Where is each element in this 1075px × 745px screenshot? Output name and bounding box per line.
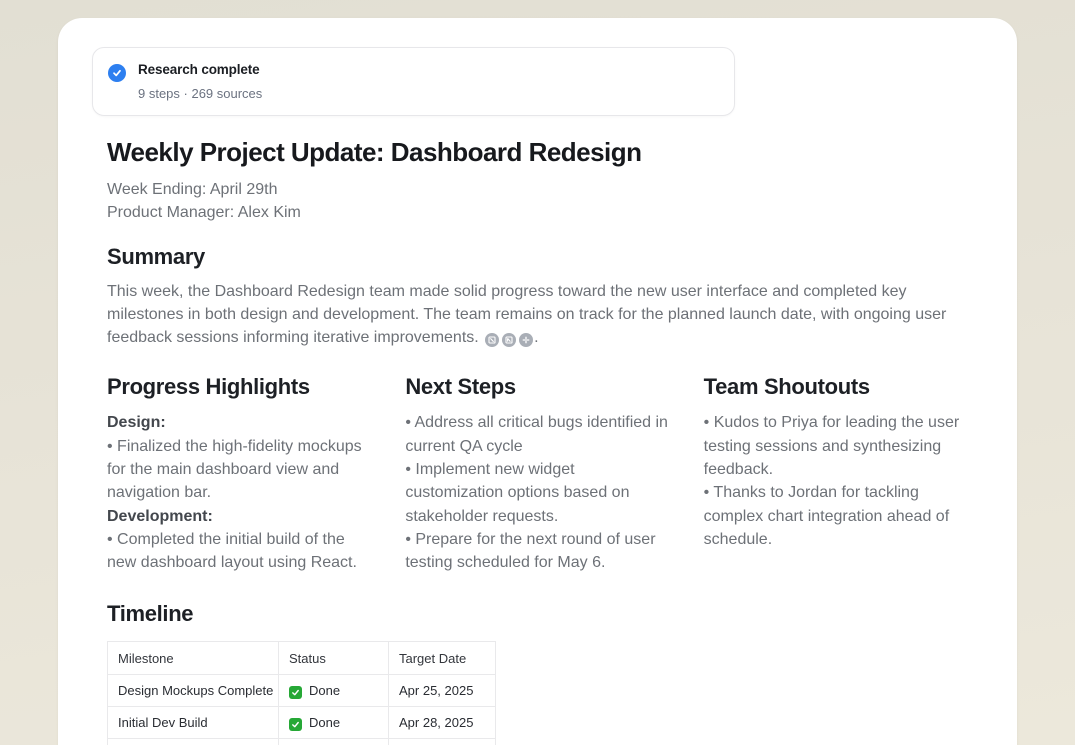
table-row: QA Round 1 In Progress May 2, 2025: [108, 739, 496, 745]
target-date-cell: Apr 28, 2025: [389, 707, 496, 739]
progress-highlights-column: Progress Highlights Design: • Finalized …: [107, 373, 371, 574]
bullet-item: • Implement new widget customization opt…: [405, 458, 669, 528]
research-steps-sources: 9 steps · 269 sources: [138, 86, 262, 101]
design-label: Design:: [107, 411, 371, 434]
team-shoutouts-heading: Team Shoutouts: [704, 373, 968, 401]
doc-meta: Week Ending: April 29th Product Manager:…: [107, 178, 968, 224]
team-shoutouts-column: Team Shoutouts • Kudos to Priya for lead…: [704, 373, 968, 574]
timeline-table: Milestone Status Target Date Design Mock…: [107, 641, 496, 745]
bullet-item: • Kudos to Priya for leading the user te…: [704, 411, 968, 481]
summary-heading: Summary: [107, 243, 968, 271]
target-date-cell: Apr 25, 2025: [389, 675, 496, 707]
summary-paragraph: This week, the Dashboard Redesign team m…: [107, 280, 968, 350]
progress-highlights-heading: Progress Highlights: [107, 373, 371, 401]
done-check-icon: [289, 718, 302, 731]
next-steps-column: Next Steps • Address all critical bugs i…: [405, 373, 669, 574]
document-card: Research complete 9 steps · 269 sources …: [58, 18, 1017, 745]
bullet-item: • Prepare for the next round of user tes…: [405, 528, 669, 575]
research-chip-text: Research complete 9 steps · 269 sources: [138, 62, 262, 101]
three-column-section: Progress Highlights Design: • Finalized …: [107, 373, 968, 574]
status-cell: Done: [279, 707, 389, 739]
milestone-cell: Initial Dev Build: [108, 707, 279, 739]
target-date-cell: May 2, 2025: [389, 739, 496, 745]
table-row: Design Mockups Complete Done Apr 25, 202…: [108, 675, 496, 707]
team-shoutouts-body: • Kudos to Priya for leading the user te…: [704, 411, 968, 551]
status-text: Done: [309, 715, 340, 730]
research-status-title: Research complete: [138, 62, 262, 77]
week-ending-line: Week Ending: April 29th: [107, 178, 968, 201]
research-complete-chip[interactable]: Research complete 9 steps · 269 sources: [92, 47, 735, 116]
table-header-row: Milestone Status Target Date: [108, 642, 496, 675]
bullet-item: • Address all critical bugs identified i…: [405, 411, 669, 458]
product-manager-line: Product Manager: Alex Kim: [107, 201, 968, 224]
notion-source-icon[interactable]: [485, 333, 499, 347]
milestone-cell: Design Mockups Complete: [108, 675, 279, 707]
summary-suffix: .: [534, 329, 538, 346]
status-text: Done: [309, 683, 340, 698]
slack-source-icon[interactable]: [519, 333, 533, 347]
timeline-heading: Timeline: [107, 600, 968, 628]
notion-source-icon[interactable]: [502, 333, 516, 347]
next-steps-body: • Address all critical bugs identified i…: [405, 411, 669, 574]
bullet-item: • Finalized the high-fidelity mockups fo…: [107, 435, 371, 505]
status-column-header: Status: [279, 642, 389, 675]
status-cell: Done: [279, 675, 389, 707]
development-label: Development:: [107, 505, 371, 528]
milestone-cell: QA Round 1: [108, 739, 279, 745]
status-cell: In Progress: [279, 739, 389, 745]
bullet-item: • Thanks to Jordan for tackling complex …: [704, 481, 968, 551]
page-title: Weekly Project Update: Dashboard Redesig…: [107, 136, 968, 169]
bullet-item: • Completed the initial build of the new…: [107, 528, 371, 575]
done-check-icon: [289, 686, 302, 699]
progress-highlights-body: Design: • Finalized the high-fidelity mo…: [107, 411, 371, 574]
next-steps-heading: Next Steps: [405, 373, 669, 401]
table-row: Initial Dev Build Done Apr 28, 2025: [108, 707, 496, 739]
target-date-column-header: Target Date: [389, 642, 496, 675]
research-complete-check-icon: [108, 64, 126, 82]
milestone-column-header: Milestone: [108, 642, 279, 675]
